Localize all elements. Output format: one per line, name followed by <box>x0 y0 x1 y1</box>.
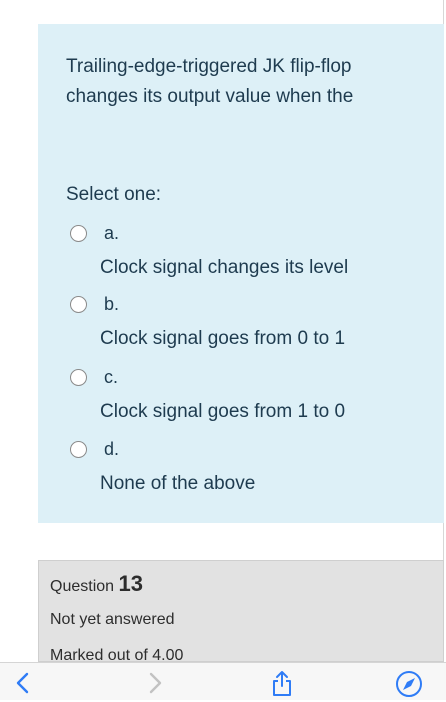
marked-out-of: Marked out of 4.00 <box>50 647 184 662</box>
option-text-d[interactable]: None of the above <box>100 473 255 495</box>
question-text-line-2: changes its output value when the <box>66 86 354 107</box>
option-letter-c: c. <box>104 367 119 387</box>
question-card: Trailing-edge-triggered JK flip-flop cha… <box>38 24 444 523</box>
radio-button-a[interactable] <box>70 225 87 242</box>
question-info-card: Question 13 Not yet answered Marked out … <box>38 560 444 662</box>
safari-compass-icon[interactable] <box>394 669 424 697</box>
forward-chevron-icon[interactable] <box>140 669 170 697</box>
option-letter-d: d. <box>104 439 120 459</box>
browser-toolbar <box>0 662 446 700</box>
option-text-c[interactable]: Clock signal goes from 1 to 0 <box>100 401 345 423</box>
share-icon[interactable] <box>267 669 297 697</box>
back-chevron-icon[interactable] <box>8 669 38 697</box>
option-text-a[interactable]: Clock signal changes its level <box>100 257 348 279</box>
radio-button-b[interactable] <box>70 296 87 313</box>
question-number-heading: Question 13 <box>50 571 143 597</box>
option-letter-b: b. <box>104 294 120 314</box>
radio-button-c[interactable] <box>70 369 87 386</box>
question-number: 13 <box>118 571 143 596</box>
question-label: Question <box>50 578 115 595</box>
question-text: Trailing-edge-triggered JK flip-flop cha… <box>66 52 426 112</box>
select-one-prompt: Select one: <box>66 184 162 205</box>
answer-status: Not yet answered <box>50 611 175 628</box>
radio-button-d[interactable] <box>70 441 87 458</box>
option-text-b[interactable]: Clock signal goes from 0 to 1 <box>100 328 345 350</box>
question-text-line-1: Trailing-edge-triggered JK flip-flop <box>66 56 352 77</box>
option-letter-a: a. <box>104 223 120 243</box>
